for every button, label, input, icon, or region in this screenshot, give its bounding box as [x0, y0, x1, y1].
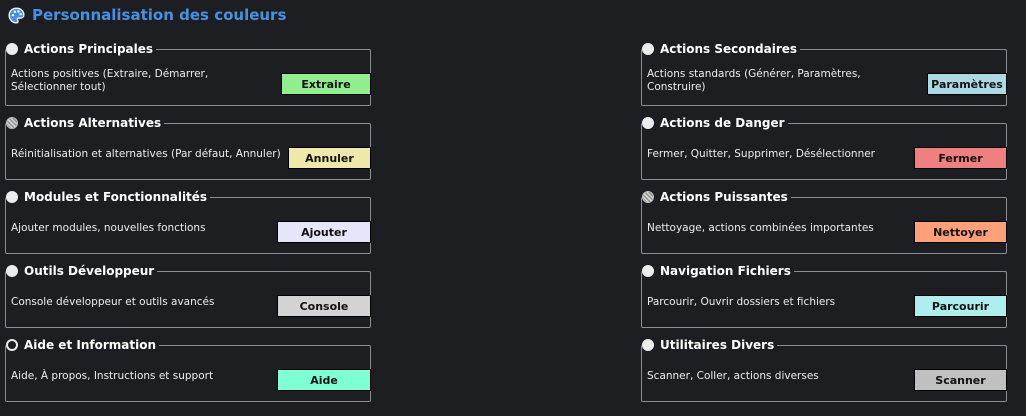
group-title: Actions Principales	[24, 42, 154, 56]
group-description: Aide, À propos, Instructions et support	[11, 370, 214, 382]
group-title: Actions de Danger	[660, 116, 785, 130]
filled-circle-icon	[642, 265, 654, 277]
fermer-button[interactable]: Fermer	[914, 147, 1007, 169]
group-utilitaires-divers: Utilitaires Divers Scanner, Coller, acti…	[641, 337, 1007, 402]
group-description: Actions standards (Générer, Paramètres, …	[647, 67, 861, 93]
ring-circle-icon	[6, 339, 18, 351]
group-actions-puissantes: Actions Puissantes Nettoyage, actions co…	[641, 189, 1007, 254]
group-aide-information: Aide et Information Aide, À propos, Inst…	[5, 337, 371, 402]
group-legend: Actions Alternatives	[6, 115, 165, 131]
hatched-circle-icon	[6, 117, 18, 129]
group-modules-fonctionnalites: Modules et Fonctionnalités Ajouter modul…	[5, 189, 371, 254]
hatched-circle-icon	[642, 191, 654, 203]
group-legend: Outils Développeur	[6, 263, 158, 279]
console-button[interactable]: Console	[277, 295, 371, 317]
group-actions-de-danger: Actions de Danger Fermer, Quitter, Suppr…	[641, 115, 1007, 180]
group-description: Fermer, Quitter, Supprimer, Désélectionn…	[647, 148, 875, 160]
group-navigation-fichiers: Navigation Fichiers Parcourir, Ouvrir do…	[641, 263, 1007, 328]
group-title: Aide et Information	[24, 338, 156, 352]
filled-circle-icon	[642, 339, 654, 351]
parcourir-button[interactable]: Parcourir	[914, 295, 1007, 317]
group-description: Scanner, Coller, actions diverses	[647, 370, 819, 382]
group-legend: Actions de Danger	[642, 115, 788, 131]
group-legend: Aide et Information	[6, 337, 159, 353]
group-title: Actions Secondaires	[660, 42, 798, 56]
group-title: Outils Développeur	[24, 264, 155, 278]
annuler-button[interactable]: Annuler	[288, 147, 371, 169]
group-legend: Utilitaires Divers	[642, 337, 778, 353]
group-description: Console développeur et outils avancés	[11, 296, 215, 308]
page-title: Personnalisation des couleurs	[32, 6, 287, 24]
group-legend: Actions Principales	[6, 41, 157, 57]
group-description: Actions positives (Extraire, Démarrer, S…	[11, 67, 209, 93]
group-title: Modules et Fonctionnalités	[24, 190, 208, 204]
group-title: Actions Puissantes	[660, 190, 788, 204]
group-description: Ajouter modules, nouvelles fonctions	[11, 222, 206, 234]
group-actions-alternatives: Actions Alternatives Réinitialisation et…	[5, 115, 371, 180]
group-description: Nettoyage, actions combinées importantes	[647, 222, 874, 234]
group-title: Navigation Fichiers	[660, 264, 791, 278]
palette-icon	[8, 6, 25, 24]
nettoyer-button[interactable]: Nettoyer	[914, 221, 1007, 243]
group-legend: Actions Secondaires	[642, 41, 801, 57]
group-actions-principales: Actions Principales Actions positives (E…	[5, 41, 371, 106]
group-title: Utilitaires Divers	[660, 338, 775, 352]
page-header: Personnalisation des couleurs	[8, 6, 286, 24]
group-description: Réinitialisation et alternatives (Par dé…	[11, 148, 281, 160]
filled-circle-icon	[6, 43, 18, 55]
group-legend: Navigation Fichiers	[642, 263, 794, 279]
group-legend: Actions Puissantes	[642, 189, 791, 205]
group-actions-secondaires: Actions Secondaires Actions standards (G…	[641, 41, 1007, 106]
group-legend: Modules et Fonctionnalités	[6, 189, 211, 205]
group-title: Actions Alternatives	[24, 116, 162, 130]
group-outils-developpeur: Outils Développeur Console développeur e…	[5, 263, 371, 328]
filled-circle-icon	[6, 191, 18, 203]
scanner-button[interactable]: Scanner	[914, 369, 1007, 391]
parametres-button[interactable]: Paramètres	[927, 73, 1007, 95]
aide-button[interactable]: Aide	[277, 369, 371, 391]
filled-circle-icon	[642, 43, 654, 55]
filled-circle-icon	[6, 265, 18, 277]
extraire-button[interactable]: Extraire	[281, 73, 371, 95]
ajouter-button[interactable]: Ajouter	[277, 221, 371, 243]
group-description: Parcourir, Ouvrir dossiers et fichiers	[647, 296, 836, 308]
filled-circle-icon	[642, 117, 654, 129]
